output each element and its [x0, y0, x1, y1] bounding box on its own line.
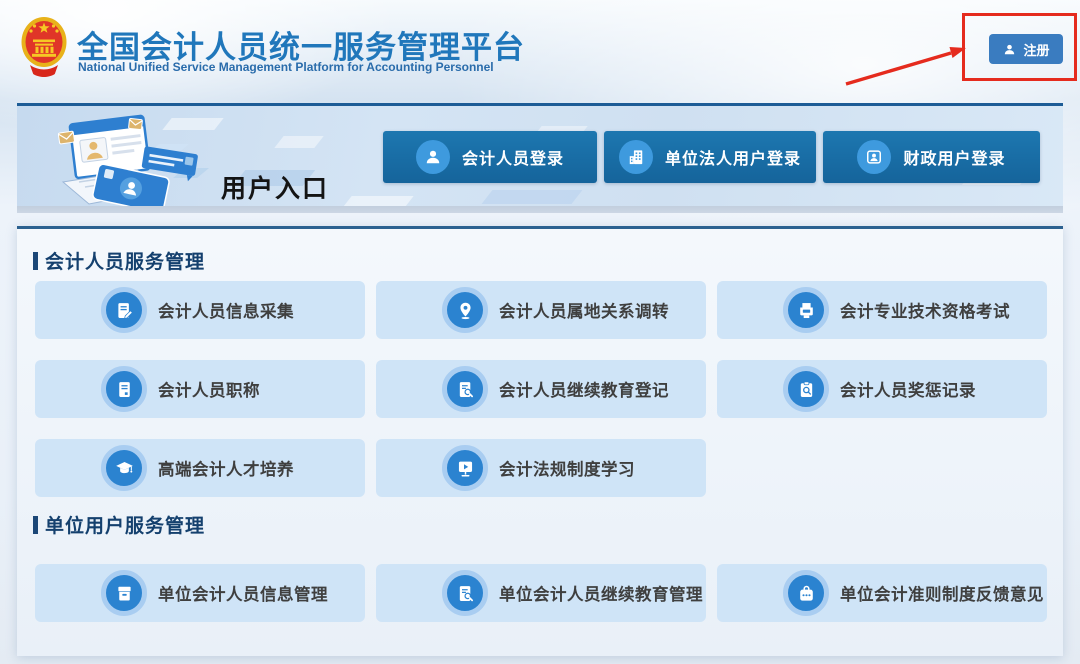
decorative-tile	[482, 190, 583, 204]
service-card-label: 会计人员信息采集	[158, 298, 294, 322]
service-card-label: 会计人员属地关系调转	[499, 298, 669, 322]
accountant-login-button[interactable]: 会计人员登录	[383, 131, 597, 183]
user-entry-banner: 用户入口 会计人员登录 单位法人用户登录 财政用户登录	[17, 103, 1063, 213]
building-icon	[619, 140, 653, 174]
laptop-illustration	[39, 110, 219, 210]
unit-legal-person-login-button[interactable]: 单位法人用户登录	[604, 131, 816, 183]
service-card-law-study[interactable]: 会计法规制度学习	[376, 439, 706, 497]
service-card-unit-continuing-education[interactable]: 单位会计人员继续教育管理	[376, 564, 706, 622]
annotation-arrow	[843, 40, 975, 88]
section-title-unit-user: 单位用户服务管理	[33, 511, 205, 538]
page: 全国会计人员统一服务管理平台 National Unified Service …	[0, 0, 1080, 664]
section-title-bar	[33, 252, 38, 270]
service-card-unit-info-management[interactable]: 单位会计人员信息管理	[35, 564, 365, 622]
annotation-highlight-box: 注册	[962, 13, 1077, 81]
service-card-label: 单位会计人员信息管理	[158, 581, 328, 605]
card-row: 单位会计人员信息管理 单位会计人员继续教育管理 单位会计准则制度反馈意见	[35, 564, 1047, 622]
document-search-icon	[442, 570, 488, 616]
service-card-label: 单位会计人员继续教育管理	[499, 581, 703, 605]
card-row: 高端会计人才培养 会计法规制度学习	[35, 439, 1047, 497]
document-search-icon	[442, 366, 488, 412]
banner-title: 用户入口	[221, 169, 329, 205]
service-card-qualification-exam[interactable]: 会计专业技术资格考试	[717, 281, 1047, 339]
service-card-label: 会计人员奖惩记录	[840, 377, 976, 401]
section-title-label: 单位用户服务管理	[45, 511, 205, 538]
service-card-label: 高端会计人才培养	[158, 456, 294, 480]
service-card-label: 单位会计准则制度反馈意见	[840, 581, 1044, 605]
service-card-label: 会计专业技术资格考试	[840, 298, 1010, 322]
finance-user-login-button[interactable]: 财政用户登录	[823, 131, 1040, 183]
archive-box-icon	[101, 570, 147, 616]
service-card-label: 会计法规制度学习	[499, 456, 635, 480]
video-learning-icon	[442, 445, 488, 491]
document-lines-icon	[101, 366, 147, 412]
login-button-label: 财政用户登录	[903, 145, 1005, 169]
service-card-continuing-education-registration[interactable]: 会计人员继续教育登记	[376, 360, 706, 418]
national-emblem-logo	[20, 15, 68, 79]
person-icon	[416, 140, 450, 174]
clipboard-search-icon	[783, 366, 829, 412]
login-button-label: 单位法人用户登录	[665, 145, 801, 169]
service-card-locality-transfer[interactable]: 会计人员属地关系调转	[376, 281, 706, 339]
id-badge-icon	[857, 140, 891, 174]
section-title-accounting-personnel: 会计人员服务管理	[33, 247, 205, 274]
service-card-reward-punishment-record[interactable]: 会计人员奖惩记录	[717, 360, 1047, 418]
register-button[interactable]: 注册	[989, 34, 1063, 64]
decorative-tile	[342, 196, 413, 208]
document-edit-icon	[101, 287, 147, 333]
printer-icon	[783, 287, 829, 333]
service-card-label: 会计人员职称	[158, 377, 260, 401]
login-button-label: 会计人员登录	[462, 145, 564, 169]
service-card-standards-feedback[interactable]: 单位会计准则制度反馈意见	[717, 564, 1047, 622]
register-label: 注册	[1023, 40, 1049, 59]
main-panel: 会计人员服务管理 会计人员信息采集 会计人员属地关系调转 会计专业技术资格考试	[17, 226, 1063, 656]
service-card-talent-training[interactable]: 高端会计人才培养	[35, 439, 365, 497]
graduation-cap-icon	[101, 445, 147, 491]
service-card-info-collection[interactable]: 会计人员信息采集	[35, 281, 365, 339]
feedback-bag-icon	[783, 570, 829, 616]
service-card-professional-title[interactable]: 会计人员职称	[35, 360, 365, 418]
section-title-bar	[33, 516, 38, 534]
decorative-tile	[274, 136, 323, 148]
card-row: 会计人员信息采集 会计人员属地关系调转 会计专业技术资格考试	[35, 281, 1047, 339]
service-card-label: 会计人员继续教育登记	[499, 377, 669, 401]
site-subtitle: National Unified Service Management Plat…	[78, 60, 494, 74]
location-pin-icon	[442, 287, 488, 333]
card-row: 会计人员职称 会计人员继续教育登记 会计人员奖惩记录	[35, 360, 1047, 418]
section-title-label: 会计人员服务管理	[45, 247, 205, 274]
person-icon	[1002, 42, 1017, 57]
